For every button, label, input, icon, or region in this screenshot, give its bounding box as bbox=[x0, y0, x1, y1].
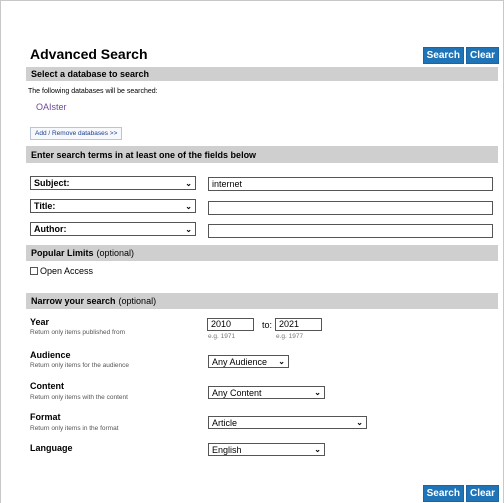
search-button[interactable]: Search bbox=[422, 47, 464, 64]
search-terms-header: Enter search terms in at least one of th… bbox=[26, 146, 498, 163]
add-remove-databases-button[interactable]: Add / Remove databases >> bbox=[30, 127, 123, 140]
chevron-down-icon: ⌄ bbox=[278, 357, 285, 366]
chevron-down-icon: ⌄ bbox=[314, 445, 321, 454]
chevron-down-icon: ⌄ bbox=[314, 388, 321, 397]
checkbox-icon[interactable] bbox=[30, 267, 38, 275]
search-button-bottom[interactable]: Search bbox=[422, 485, 464, 502]
top-action-buttons: Search Clear bbox=[422, 47, 499, 64]
clear-button[interactable]: Clear bbox=[465, 47, 499, 64]
search-terms-title: Enter search terms in at least one of th… bbox=[31, 149, 257, 160]
title-field-select[interactable]: Title: ⌄ bbox=[30, 199, 196, 213]
year-from-input[interactable]: 2010 bbox=[207, 318, 254, 331]
subject-field-select[interactable]: Subject: ⌄ bbox=[30, 176, 196, 190]
page-title: Advanced Search bbox=[30, 46, 148, 62]
open-access-label: Open Access bbox=[40, 266, 94, 276]
author-field-select[interactable]: Author: ⌄ bbox=[30, 222, 196, 236]
popular-limits-optional: (optional) bbox=[96, 248, 135, 258]
narrow-search-optional: (optional) bbox=[118, 296, 157, 306]
author-select-label: Author: bbox=[34, 224, 67, 234]
open-access-checkbox-row[interactable]: Open Access bbox=[30, 266, 93, 276]
content-select[interactable]: Any Content ⌄ bbox=[208, 386, 325, 399]
content-select-value: Any Content bbox=[212, 387, 262, 398]
format-sublabel: Return only items in the format bbox=[30, 425, 119, 432]
audience-select[interactable]: Any Audience ⌄ bbox=[208, 355, 289, 368]
year-to-input[interactable]: 2021 bbox=[275, 318, 322, 331]
year-from-example: e.g. 1971 bbox=[208, 333, 236, 340]
language-select[interactable]: English ⌄ bbox=[208, 443, 325, 456]
title-input[interactable] bbox=[208, 201, 493, 215]
content-label: Content bbox=[30, 381, 64, 391]
content-sublabel: Return only items with the content bbox=[30, 394, 128, 401]
chevron-down-icon: ⌄ bbox=[356, 418, 363, 427]
audience-label: Audience bbox=[30, 350, 71, 360]
database-section-title: Select a database to search bbox=[31, 69, 150, 79]
popular-limits-header: Popular Limits (optional) bbox=[26, 245, 498, 261]
author-input[interactable] bbox=[208, 224, 493, 238]
chevron-down-icon: ⌄ bbox=[185, 224, 192, 234]
narrow-search-header: Narrow your search (optional) bbox=[26, 293, 498, 309]
title-select-label: Title: bbox=[34, 201, 56, 211]
database-note: The following databases will be searched… bbox=[28, 88, 158, 95]
chevron-down-icon: ⌄ bbox=[185, 178, 192, 188]
narrow-search-title: Narrow your search bbox=[31, 296, 116, 306]
year-to-label: to: bbox=[262, 320, 273, 330]
bottom-action-buttons: Search Clear bbox=[422, 485, 499, 502]
subject-select-label: Subject: bbox=[34, 178, 70, 188]
database-section-header: Select a database to search bbox=[26, 67, 498, 81]
audience-select-value: Any Audience bbox=[212, 356, 268, 367]
language-label: Language bbox=[30, 443, 73, 453]
year-label: Year bbox=[30, 317, 50, 327]
subject-input[interactable]: internet bbox=[208, 177, 493, 191]
language-select-value: English bbox=[212, 444, 242, 455]
format-label: Format bbox=[30, 412, 61, 422]
database-link-oaister[interactable]: OAIster bbox=[36, 102, 67, 112]
year-to-example: e.g. 1977 bbox=[276, 333, 304, 340]
clear-button-bottom[interactable]: Clear bbox=[465, 485, 499, 502]
format-select[interactable]: Article ⌄ bbox=[208, 416, 367, 429]
audience-sublabel: Return only items for the audience bbox=[30, 362, 129, 369]
year-sublabel: Return only items published from bbox=[30, 329, 126, 336]
format-select-value: Article bbox=[212, 417, 238, 428]
popular-limits-title: Popular Limits bbox=[31, 248, 94, 258]
chevron-down-icon: ⌄ bbox=[185, 201, 192, 211]
